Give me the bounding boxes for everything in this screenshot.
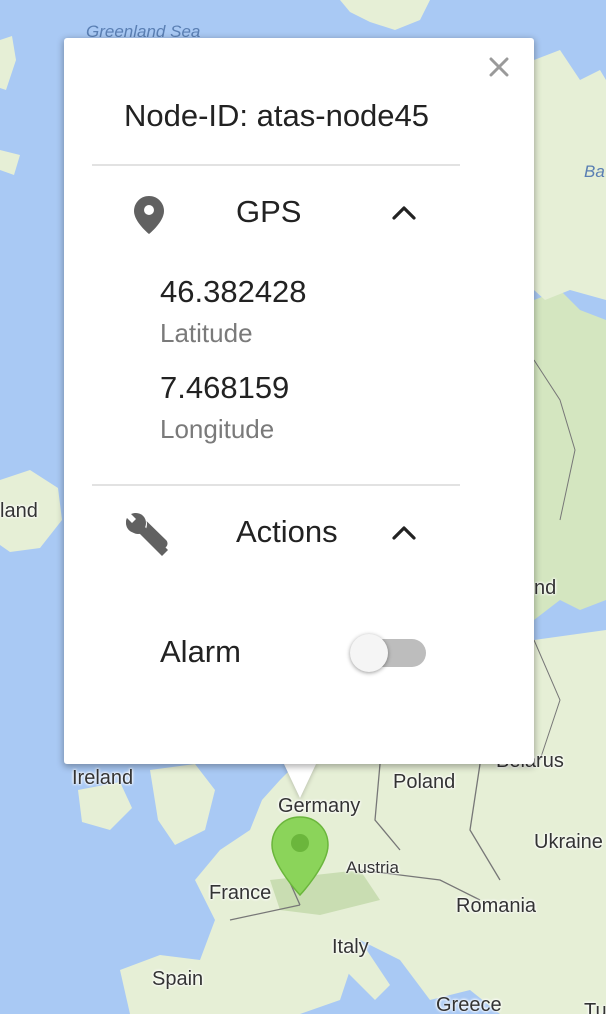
map-label-austria: Austria	[346, 858, 399, 877]
close-icon[interactable]	[484, 52, 514, 82]
longitude-label: Longitude	[160, 414, 275, 444]
map-label-ireland: Ireland	[72, 767, 134, 789]
map-label-ukraine: Ukraine	[534, 831, 603, 853]
longitude-value: 7.468159	[160, 370, 290, 405]
wrench-icon	[126, 513, 168, 556]
map-label-spain: Spain	[152, 968, 204, 990]
map-label-iceland: land	[0, 500, 38, 522]
map-label-finland: nd	[534, 577, 557, 599]
node-id-title: Node-ID: atas-node45	[124, 98, 430, 133]
latitude-value: 46.382428	[160, 274, 307, 309]
alarm-toggle[interactable]	[350, 634, 428, 674]
map-label-italy: Italy	[332, 936, 369, 958]
map-label-greece: Greece	[436, 994, 502, 1014]
latitude-label: Latitude	[160, 318, 253, 348]
map-label-baltic: Ba	[584, 162, 605, 181]
alarm-label: Alarm	[160, 634, 241, 669]
divider	[92, 484, 460, 486]
popup-tail	[283, 762, 317, 798]
divider	[92, 164, 460, 166]
map-marker-icon[interactable]	[270, 815, 330, 897]
map-label-poland: Poland	[393, 771, 456, 793]
actions-section-title: Actions	[236, 514, 338, 549]
node-info-popup: Node-ID: atas-node45 GPS 46.382428 Latit…	[64, 38, 534, 764]
gps-section-title: GPS	[236, 194, 302, 229]
map-label-romania: Romania	[456, 895, 537, 917]
alarm-toggle-thumb	[350, 634, 388, 672]
actions-collapse-chevron-icon[interactable]	[389, 523, 419, 543]
gps-collapse-chevron-icon[interactable]	[389, 203, 419, 223]
location-pin-icon	[134, 196, 164, 234]
map-label-france: France	[209, 882, 272, 904]
map-label-turkey: Tu	[584, 1000, 606, 1014]
